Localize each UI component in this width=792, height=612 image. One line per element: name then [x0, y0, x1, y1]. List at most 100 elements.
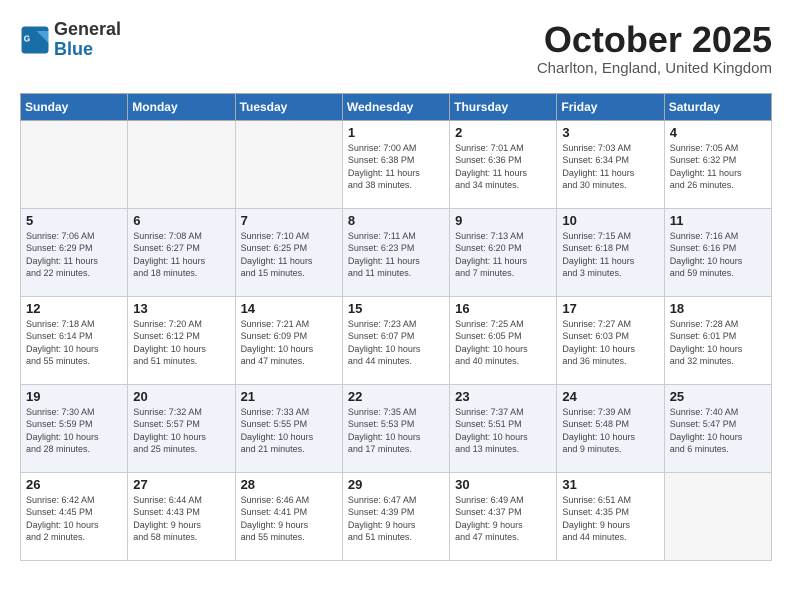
day-cell: 13 Sunrise: 7:20 AM Sunset: 6:12 PM Dayli… [128, 296, 235, 384]
header-saturday: Saturday [664, 93, 771, 120]
logo-blue: Blue [54, 40, 121, 60]
calendar-table: SundayMondayTuesdayWednesdayThursdayFrid… [20, 93, 772, 561]
day-number: 21 [241, 389, 337, 404]
day-number: 23 [455, 389, 551, 404]
day-info: Sunrise: 7:08 AM Sunset: 6:27 PM Dayligh… [133, 230, 229, 280]
day-number: 16 [455, 301, 551, 316]
week-row-5: 26 Sunrise: 6:42 AM Sunset: 4:45 PM Dayli… [21, 472, 772, 560]
day-number: 24 [562, 389, 658, 404]
header-thursday: Thursday [450, 93, 557, 120]
day-number: 6 [133, 213, 229, 228]
day-number: 4 [670, 125, 766, 140]
day-number: 2 [455, 125, 551, 140]
day-cell: 20 Sunrise: 7:32 AM Sunset: 5:57 PM Dayli… [128, 384, 235, 472]
day-cell [235, 120, 342, 208]
day-number: 25 [670, 389, 766, 404]
day-number: 30 [455, 477, 551, 492]
day-info: Sunrise: 7:40 AM Sunset: 5:47 PM Dayligh… [670, 406, 766, 456]
day-number: 3 [562, 125, 658, 140]
day-info: Sunrise: 7:35 AM Sunset: 5:53 PM Dayligh… [348, 406, 444, 456]
day-info: Sunrise: 7:33 AM Sunset: 5:55 PM Dayligh… [241, 406, 337, 456]
day-cell: 7Sunrise: 7:10 AM Sunset: 6:25 PM Daylig… [235, 208, 342, 296]
day-info: Sunrise: 7:28 AM Sunset: 6:01 PM Dayligh… [670, 318, 766, 368]
day-info: Sunrise: 7:01 AM Sunset: 6:36 PM Dayligh… [455, 142, 551, 192]
day-cell: 1 Sunrise: 7:00 AM Sunset: 6:38 PM Daylig… [342, 120, 449, 208]
logo: G General Blue [20, 20, 121, 60]
week-row-2: 5 Sunrise: 7:06 AM Sunset: 6:29 PM Daylig… [21, 208, 772, 296]
day-info: Sunrise: 6:44 AM Sunset: 4:43 PM Dayligh… [133, 494, 229, 544]
day-info: Sunrise: 7:05 AM Sunset: 6:32 PM Dayligh… [670, 142, 766, 192]
day-number: 10 [562, 213, 658, 228]
day-cell: 6 Sunrise: 7:08 AM Sunset: 6:27 PM Daylig… [128, 208, 235, 296]
day-cell: 31 Sunrise: 6:51 AM Sunset: 4:35 PM Dayli… [557, 472, 664, 560]
day-info: Sunrise: 7:37 AM Sunset: 5:51 PM Dayligh… [455, 406, 551, 456]
day-cell: 29Sunrise: 6:47 AM Sunset: 4:39 PM Dayli… [342, 472, 449, 560]
day-number: 5 [26, 213, 122, 228]
day-cell: 24 Sunrise: 7:39 AM Sunset: 5:48 PM Dayli… [557, 384, 664, 472]
day-number: 22 [348, 389, 444, 404]
day-info: Sunrise: 6:49 AM Sunset: 4:37 PM Dayligh… [455, 494, 551, 544]
header-friday: Friday [557, 93, 664, 120]
day-cell [128, 120, 235, 208]
day-info: Sunrise: 7:10 AM Sunset: 6:25 PM Dayligh… [241, 230, 337, 280]
day-cell: 8 Sunrise: 7:11 AM Sunset: 6:23 PM Daylig… [342, 208, 449, 296]
day-cell: 5 Sunrise: 7:06 AM Sunset: 6:29 PM Daylig… [21, 208, 128, 296]
header-monday: Monday [128, 93, 235, 120]
day-number: 14 [241, 301, 337, 316]
day-number: 17 [562, 301, 658, 316]
day-number: 20 [133, 389, 229, 404]
day-cell: 9 Sunrise: 7:13 AM Sunset: 6:20 PM Daylig… [450, 208, 557, 296]
day-cell [21, 120, 128, 208]
day-info: Sunrise: 7:11 AM Sunset: 6:23 PM Dayligh… [348, 230, 444, 280]
day-number: 28 [241, 477, 337, 492]
page-header: G General Blue October 2025 Charlton, En… [20, 20, 772, 77]
day-number: 9 [455, 213, 551, 228]
day-info: Sunrise: 6:42 AM Sunset: 4:45 PM Dayligh… [26, 494, 122, 544]
title-block: October 2025 Charlton, England, United K… [537, 20, 772, 77]
header-wednesday: Wednesday [342, 93, 449, 120]
header-tuesday: Tuesday [235, 93, 342, 120]
day-cell: 4 Sunrise: 7:05 AM Sunset: 6:32 PM Daylig… [664, 120, 771, 208]
day-info: Sunrise: 7:15 AM Sunset: 6:18 PM Dayligh… [562, 230, 658, 280]
day-number: 12 [26, 301, 122, 316]
day-info: Sunrise: 7:20 AM Sunset: 6:12 PM Dayligh… [133, 318, 229, 368]
day-cell: 2 Sunrise: 7:01 AM Sunset: 6:36 PM Daylig… [450, 120, 557, 208]
day-cell: 10 Sunrise: 7:15 AM Sunset: 6:18 PM Dayli… [557, 208, 664, 296]
day-info: Sunrise: 7:21 AM Sunset: 6:09 PM Dayligh… [241, 318, 337, 368]
day-number: 31 [562, 477, 658, 492]
day-number: 15 [348, 301, 444, 316]
day-info: Sunrise: 7:39 AM Sunset: 5:48 PM Dayligh… [562, 406, 658, 456]
day-info: Sunrise: 7:23 AM Sunset: 6:07 PM Dayligh… [348, 318, 444, 368]
day-info: Sunrise: 7:13 AM Sunset: 6:20 PM Dayligh… [455, 230, 551, 280]
week-row-1: 1 Sunrise: 7:00 AM Sunset: 6:38 PM Daylig… [21, 120, 772, 208]
day-info: Sunrise: 7:27 AM Sunset: 6:03 PM Dayligh… [562, 318, 658, 368]
week-row-3: 12 Sunrise: 7:18 AM Sunset: 6:14 PM Dayli… [21, 296, 772, 384]
logo-text: General Blue [54, 20, 121, 60]
day-info: Sunrise: 6:51 AM Sunset: 4:35 PM Dayligh… [562, 494, 658, 544]
day-cell: 30 Sunrise: 6:49 AM Sunset: 4:37 PM Dayli… [450, 472, 557, 560]
header-row: SundayMondayTuesdayWednesdayThursdayFrid… [21, 93, 772, 120]
day-cell: 17 Sunrise: 7:27 AM Sunset: 6:03 PM Dayli… [557, 296, 664, 384]
day-cell: 15 Sunrise: 7:23 AM Sunset: 6:07 PM Dayli… [342, 296, 449, 384]
day-cell: 16 Sunrise: 7:25 AM Sunset: 6:05 PM Dayli… [450, 296, 557, 384]
logo-icon: G [20, 25, 50, 55]
day-cell: 11Sunrise: 7:16 AM Sunset: 6:16 PM Dayli… [664, 208, 771, 296]
month-title: October 2025 [537, 20, 772, 60]
day-info: Sunrise: 7:00 AM Sunset: 6:38 PM Dayligh… [348, 142, 444, 192]
day-info: Sunrise: 7:30 AM Sunset: 5:59 PM Dayligh… [26, 406, 122, 456]
day-number: 1 [348, 125, 444, 140]
day-cell: 19Sunrise: 7:30 AM Sunset: 5:59 PM Dayli… [21, 384, 128, 472]
day-info: Sunrise: 7:18 AM Sunset: 6:14 PM Dayligh… [26, 318, 122, 368]
day-number: 8 [348, 213, 444, 228]
day-info: Sunrise: 7:06 AM Sunset: 6:29 PM Dayligh… [26, 230, 122, 280]
day-cell: 26 Sunrise: 6:42 AM Sunset: 4:45 PM Dayli… [21, 472, 128, 560]
day-cell: 28 Sunrise: 6:46 AM Sunset: 4:41 PM Dayli… [235, 472, 342, 560]
day-info: Sunrise: 6:46 AM Sunset: 4:41 PM Dayligh… [241, 494, 337, 544]
day-number: 26 [26, 477, 122, 492]
day-cell: 27Sunrise: 6:44 AM Sunset: 4:43 PM Dayli… [128, 472, 235, 560]
day-number: 13 [133, 301, 229, 316]
day-cell: 23 Sunrise: 7:37 AM Sunset: 5:51 PM Dayli… [450, 384, 557, 472]
day-info: Sunrise: 7:32 AM Sunset: 5:57 PM Dayligh… [133, 406, 229, 456]
day-info: Sunrise: 7:25 AM Sunset: 6:05 PM Dayligh… [455, 318, 551, 368]
location: Charlton, England, United Kingdom [537, 60, 772, 77]
